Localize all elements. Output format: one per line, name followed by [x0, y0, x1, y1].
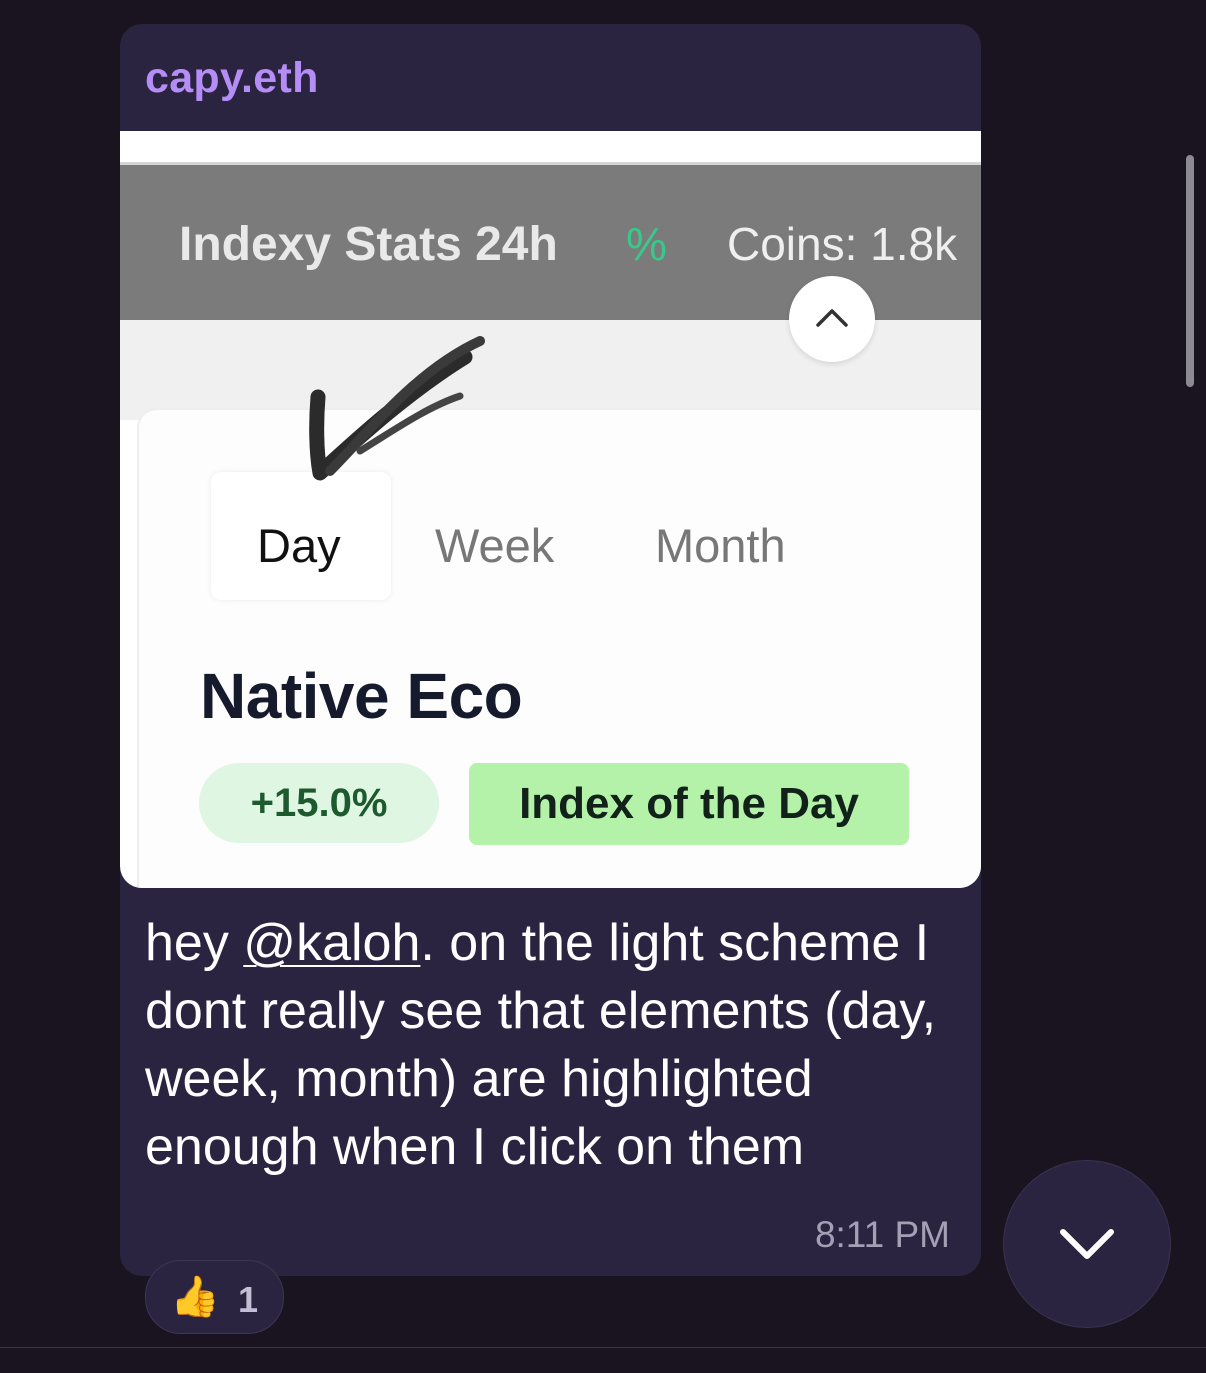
thumbs-up-icon: 👍 [170, 1275, 220, 1319]
bottom-divider [0, 1347, 1206, 1348]
message-bubble[interactable]: capy.eth Indexy Stats 24h % Coins: 1.8k … [120, 24, 981, 1276]
attachment-top-strip [120, 131, 981, 165]
stats-title: Indexy Stats 24h [179, 218, 558, 271]
mention-link[interactable]: @kaloh [243, 914, 420, 972]
index-card: Day Week Month Native Eco +15.0% Index o… [137, 408, 981, 888]
tab-week: Week [435, 519, 555, 572]
reaction-count: 1 [238, 1279, 259, 1320]
message-text-start: hey [145, 914, 244, 972]
message-timestamp: 8:11 PM [814, 1214, 950, 1255]
image-attachment[interactable]: Indexy Stats 24h % Coins: 1.8k Day Week … [120, 131, 981, 888]
index-name: Native Eco [200, 660, 523, 732]
scrollbar[interactable] [1186, 155, 1194, 387]
checkmark-scribble-icon [309, 336, 485, 481]
scroll-to-bottom-button[interactable] [1003, 1160, 1171, 1328]
collapse-button [789, 276, 875, 362]
sender-name[interactable]: capy.eth [145, 54, 319, 103]
chevron-down-icon [1060, 1229, 1114, 1259]
chevron-up-icon [816, 309, 848, 327]
tab-day: Day [257, 519, 341, 572]
reaction-thumbs-up[interactable]: 👍 1 [145, 1260, 284, 1334]
message-text: hey @kaloh. on the light scheme I dont r… [145, 909, 945, 1181]
index-of-day-badge: Index of the Day [469, 763, 909, 845]
stats-percent-symbol: % [626, 218, 667, 270]
stats-coins: Coins: 1.8k [727, 218, 958, 270]
tab-month: Month [655, 519, 786, 572]
change-badge: +15.0% [199, 763, 439, 843]
